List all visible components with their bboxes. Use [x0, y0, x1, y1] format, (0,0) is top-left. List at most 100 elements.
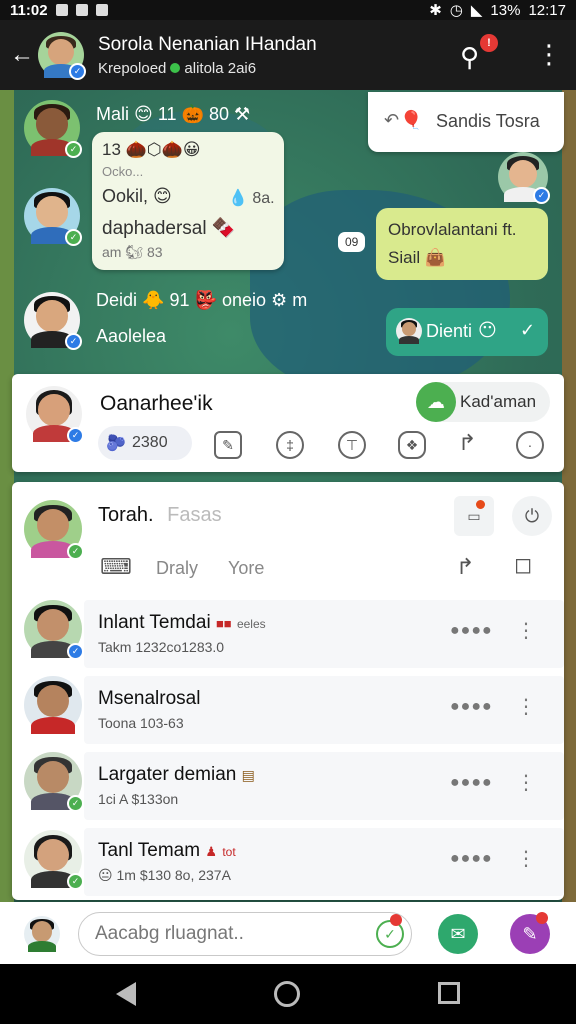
emoji-icon: 🐥	[142, 290, 165, 310]
message-input[interactable]: Aacabg rluagnat..	[78, 912, 412, 956]
home-icon[interactable]	[274, 981, 300, 1007]
more-vertical-icon[interactable]: ⋮	[516, 618, 536, 643]
back-icon[interactable]	[116, 982, 136, 1006]
power-icon[interactable]: ⏻	[512, 496, 552, 536]
message-bubble[interactable]: 13 🌰⬡🌰😀 Ocko... Ookil, 😊 💧 8a. daphaders…	[92, 132, 284, 270]
recents-icon[interactable]	[438, 982, 460, 1004]
avatar[interactable]	[24, 916, 60, 952]
app-icon	[75, 4, 88, 16]
timer-icon[interactable]: ⊤	[338, 431, 366, 459]
contact-name: Msenalrosal	[98, 688, 201, 709]
list-item[interactable]: Msenalrosal Toona 103-63 ●●●● ⋮	[84, 676, 564, 744]
verified-badge-icon: ✓	[65, 141, 82, 158]
more-vertical-icon[interactable]: ⋮	[516, 770, 536, 795]
person-icon: ♟	[205, 844, 218, 859]
avatar[interactable]: ✓	[38, 32, 86, 80]
avatar[interactable]: ✓	[24, 500, 84, 560]
status-extra: 12:17	[528, 1, 566, 19]
app-bar: ← ✓ Sorola Nenanian IHandan Krepoloed ali…	[0, 20, 576, 90]
more-vertical-icon[interactable]: ⋮	[536, 40, 562, 68]
message-bubble[interactable]: Obrovlalantani ft. Siail 👜	[376, 208, 548, 280]
stat-pill[interactable]: 🫐 2380	[98, 426, 192, 460]
status-time: 11:02	[10, 1, 48, 19]
contact-subtitle: 1ci A $133on	[98, 791, 179, 807]
reply-arrow-icon: ↶	[384, 110, 400, 130]
keyboard-icon[interactable]: ⌨	[100, 554, 132, 580]
list-item[interactable]: Tanl Temam ♟ tot 😐 1m $130 8o, 237A ●●●●…	[84, 828, 564, 896]
tab-yore[interactable]: Yore	[228, 558, 264, 579]
avatar[interactable]: ✓	[24, 752, 84, 812]
contact-subtitle: Takm 1232co1283.0	[98, 639, 225, 655]
verified-badge-icon: ✓	[67, 427, 84, 444]
share-icon[interactable]: ↱	[456, 554, 474, 580]
notification-dot	[476, 500, 485, 509]
verified-badge-icon: ✓	[65, 229, 82, 246]
more-horizontal-icon[interactable]: ●●●●	[450, 850, 493, 868]
emoji-icon: 🎈	[400, 110, 423, 130]
notification-dot	[390, 914, 402, 926]
emoji-icon: 👺	[194, 290, 217, 310]
tab-draly[interactable]: Draly	[156, 558, 198, 579]
verified-badge-icon: ✓	[533, 187, 550, 204]
new-message-icon[interactable]: ▭	[454, 496, 494, 536]
check-icon: ✓	[520, 320, 536, 340]
clock-icon[interactable]: ·	[516, 431, 544, 459]
cloud-icon: ☁	[416, 382, 456, 422]
search-icon[interactable]: ⚲	[460, 42, 479, 73]
message-sender: Deidi 🐥 91 👺 oneio ⚙ m	[96, 290, 308, 310]
bluetooth-icon: ✱	[429, 2, 442, 19]
contact-subtitle: 1m $130 8o, 237A	[116, 867, 231, 883]
alarm-icon: ◷	[449, 2, 463, 19]
back-arrow-icon[interactable]: ←	[10, 41, 36, 69]
verified-badge-icon: ✓	[67, 795, 84, 812]
notification-badge: !	[480, 34, 498, 52]
online-dot-icon	[170, 62, 181, 73]
verified-badge-icon: ✓	[69, 63, 86, 80]
verified-badge-icon: ✓	[67, 643, 84, 660]
avatar[interactable]: ✓	[498, 152, 550, 204]
notification-dot	[536, 912, 548, 924]
emoji-icon: 😐	[98, 867, 113, 883]
verified-badge-icon: ✓	[67, 543, 84, 560]
mail-icon[interactable]: ✉	[438, 914, 478, 954]
card-title-hint: Fasas	[167, 504, 222, 526]
action-button[interactable]: ☁ Kad'aman	[416, 382, 550, 422]
puzzle-icon[interactable]: ❖	[398, 431, 426, 459]
post-card[interactable]: ✓ Oanarhee'ik 🫐 2380 ✎ ‡ ⊤ ❖ ↱ · ☁ Kad'a…	[12, 374, 564, 472]
share-icon[interactable]: ↱	[458, 430, 476, 456]
composer-bar: Aacabg rluagnat.. ✓ ✉ ✎	[0, 902, 576, 964]
message-bubble[interactable]: ↶ 🎈 Sandis Tosra	[368, 92, 564, 152]
card-title: Torah.	[98, 504, 154, 526]
more-horizontal-icon[interactable]: ●●●●	[450, 698, 493, 716]
list-item[interactable]: Inlant Temdai ■■ eeles Takm 1232co1283.0…	[84, 600, 564, 668]
avatar[interactable]: ✓	[24, 292, 82, 350]
app-icon	[95, 4, 108, 16]
chat-title: Sorola Nenanian IHandan	[98, 33, 317, 55]
avatar[interactable]: ✓	[24, 830, 84, 890]
currency-icon[interactable]: ‡	[276, 431, 304, 459]
list-item[interactable]: Largater demian ▤ 1ci A $133on ●●●● ⋮	[84, 752, 564, 820]
message-sender: Mali 😊 11 🎃 80 ⚒	[96, 104, 251, 124]
emoji-icon: 🍫	[211, 218, 236, 239]
emoji-icon: 💧	[228, 190, 248, 207]
avatar[interactable]	[24, 676, 82, 734]
avatar[interactable]: ✓	[24, 100, 82, 158]
wifi-icon: ◣	[470, 2, 483, 19]
avatar[interactable]: ✓	[24, 188, 82, 246]
message-bubble[interactable]: Dienti 😶 ✓	[386, 308, 548, 356]
more-horizontal-icon[interactable]: ●●●●	[450, 774, 493, 792]
avatar[interactable]: ✓	[26, 386, 84, 444]
emoji-icon: 🌰⬡🌰😀	[125, 140, 201, 159]
notification-icon	[55, 4, 68, 16]
more-vertical-icon[interactable]: ⋮	[516, 694, 536, 719]
contact-subtitle: Toona 103-63	[98, 715, 184, 731]
avatar[interactable]: ✓	[24, 600, 84, 660]
bag-icon[interactable]: ◻	[514, 552, 532, 578]
emoji-icon: 😊	[134, 104, 153, 124]
edit-icon[interactable]: ✎	[214, 431, 242, 459]
more-vertical-icon[interactable]: ⋮	[516, 846, 536, 871]
contact-name: Tanl Temam	[98, 840, 201, 861]
emoji-icon: 🎃	[181, 104, 204, 124]
emoji-icon: 👜	[424, 248, 447, 267]
more-horizontal-icon[interactable]: ●●●●	[450, 622, 493, 640]
